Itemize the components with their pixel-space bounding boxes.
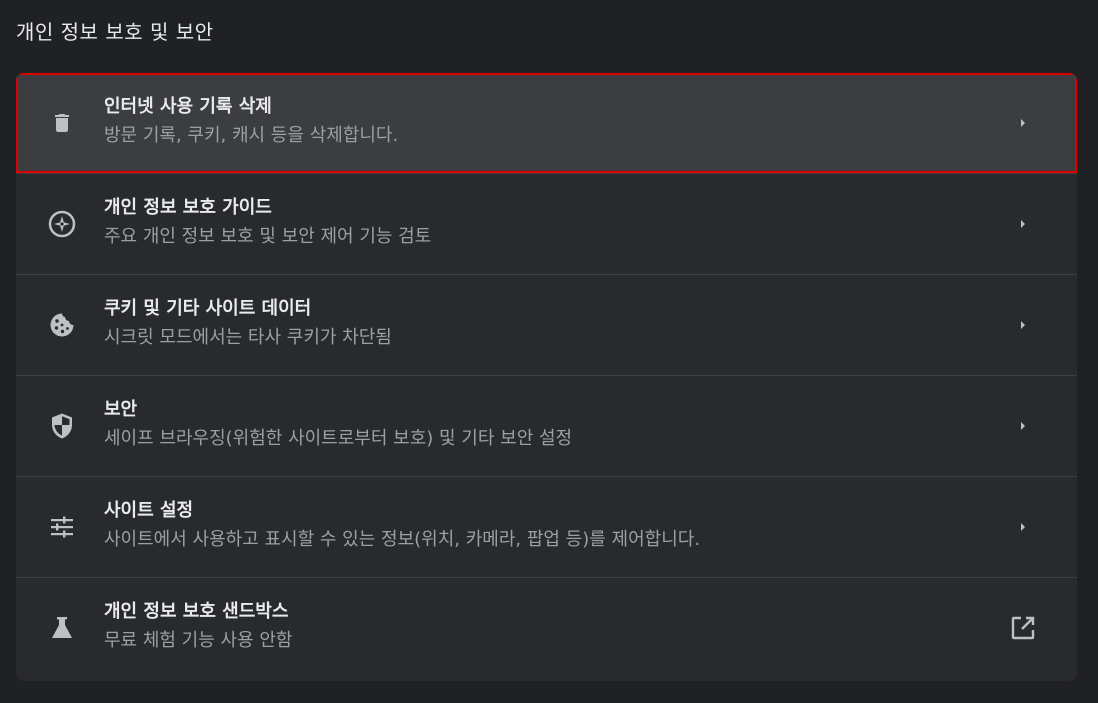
compass-icon: [46, 208, 78, 240]
privacy-security-card: 인터넷 사용 기록 삭제 방문 기록, 쿠키, 캐시 등을 삭제합니다. 개인 …: [16, 73, 1077, 681]
shield-icon: [46, 410, 78, 442]
sliders-icon: [46, 511, 78, 543]
row-subtitle: 무료 체험 기능 사용 안함: [104, 630, 293, 651]
row-title: 보안: [104, 399, 138, 420]
row-subtitle: 사이트에서 사용하고 표시할 수 있는 정보(위치, 카메라, 팝업 등)를 제…: [104, 529, 701, 550]
row-subtitle: 세이프 브라우징(위험한 사이트로부터 보호) 및 기타 보안 설정: [104, 428, 573, 449]
row-subtitle: 방문 기록, 쿠키, 캐시 등을 삭제합니다.: [104, 125, 399, 146]
site-settings-row[interactable]: 사이트 설정 사이트에서 사용하고 표시할 수 있는 정보(위치, 카메라, 팝…: [16, 476, 1077, 577]
privacy-sandbox-row[interactable]: 개인 정보 보호 샌드박스 무료 체험 기능 사용 안함: [16, 577, 1077, 678]
trash-icon: [46, 107, 78, 139]
chevron-right-icon[interactable]: [1009, 412, 1037, 440]
flask-icon: [46, 612, 78, 644]
row-title: 쿠키 및 기타 사이트 데이터: [104, 298, 312, 319]
chevron-right-icon[interactable]: [1009, 210, 1037, 238]
cookie-icon: [46, 309, 78, 341]
clear-browsing-data-row[interactable]: 인터넷 사용 기록 삭제 방문 기록, 쿠키, 캐시 등을 삭제합니다.: [16, 73, 1077, 174]
chevron-right-icon[interactable]: [1009, 109, 1037, 137]
row-subtitle: 시크릿 모드에서는 타사 쿠키가 차단됨: [104, 327, 392, 348]
page-title: 개인 정보 보호 및 보안: [16, 20, 214, 44]
row-subtitle: 주요 개인 정보 보호 및 보안 제어 기능 검토: [104, 226, 432, 247]
row-title: 개인 정보 보호 샌드박스: [104, 601, 289, 622]
security-row[interactable]: 보안 세이프 브라우징(위험한 사이트로부터 보호) 및 기타 보안 설정: [16, 375, 1077, 476]
open-in-new-icon[interactable]: [1009, 614, 1037, 642]
row-title: 사이트 설정: [104, 500, 194, 521]
privacy-guide-row[interactable]: 개인 정보 보호 가이드 주요 개인 정보 보호 및 보안 제어 기능 검토: [16, 173, 1077, 274]
chevron-right-icon[interactable]: [1009, 311, 1037, 339]
row-title: 인터넷 사용 기록 삭제: [104, 96, 272, 117]
row-title: 개인 정보 보호 가이드: [104, 197, 272, 218]
cookies-row[interactable]: 쿠키 및 기타 사이트 데이터 시크릿 모드에서는 타사 쿠키가 차단됨: [16, 274, 1077, 375]
chevron-right-icon[interactable]: [1009, 513, 1037, 541]
